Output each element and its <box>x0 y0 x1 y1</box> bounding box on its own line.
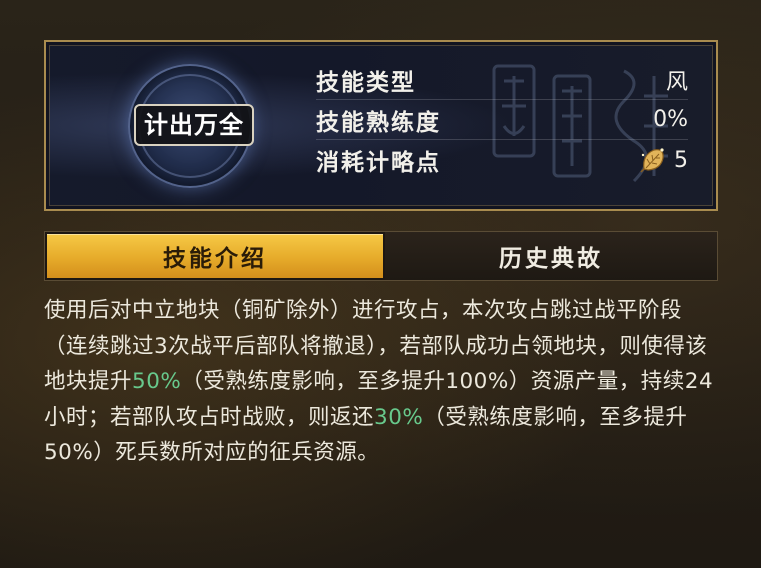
attribute-value: 5 <box>638 145 688 175</box>
proficiency-value: 0% <box>653 107 688 132</box>
attribute-value: 0% <box>653 107 688 132</box>
tab-history[interactable]: 历史典故 <box>385 232 717 280</box>
description-highlight: 50% <box>132 369 182 394</box>
strategy-leaf-icon <box>640 148 664 173</box>
attribute-label: 技能熟练度 <box>316 109 441 136</box>
attribute-label: 技能类型 <box>316 69 416 96</box>
cost-value: 5 <box>674 147 688 173</box>
skill-info-card: 计出万全 技能类型 风 技能熟练度 0% 消耗计略点 5 <box>44 40 718 211</box>
skill-attributes: 技能类型 风 技能熟练度 0% 消耗计略点 5 <box>316 60 688 180</box>
description-highlight: 30% <box>374 404 424 430</box>
attribute-label: 消耗计略点 <box>316 150 441 176</box>
attribute-value: 风 <box>666 64 688 96</box>
skill-type-value: 风 <box>665 69 688 95</box>
attribute-row-cost: 消耗计略点 5 <box>316 140 688 180</box>
tab-bar: 技能介绍 历史典故 <box>44 231 718 281</box>
attribute-row-type: 技能类型 风 <box>316 60 688 100</box>
tab-skill-intro[interactable]: 技能介绍 <box>47 234 383 278</box>
skill-name-plate: 计出万全 <box>134 104 254 146</box>
skill-description: 使用后对中立地块（铜矿除外）进行攻占，本次攻占跳过战平阶段（连续跳过3次战平后部… <box>44 293 716 471</box>
attribute-row-proficiency: 技能熟练度 0% <box>316 100 688 140</box>
